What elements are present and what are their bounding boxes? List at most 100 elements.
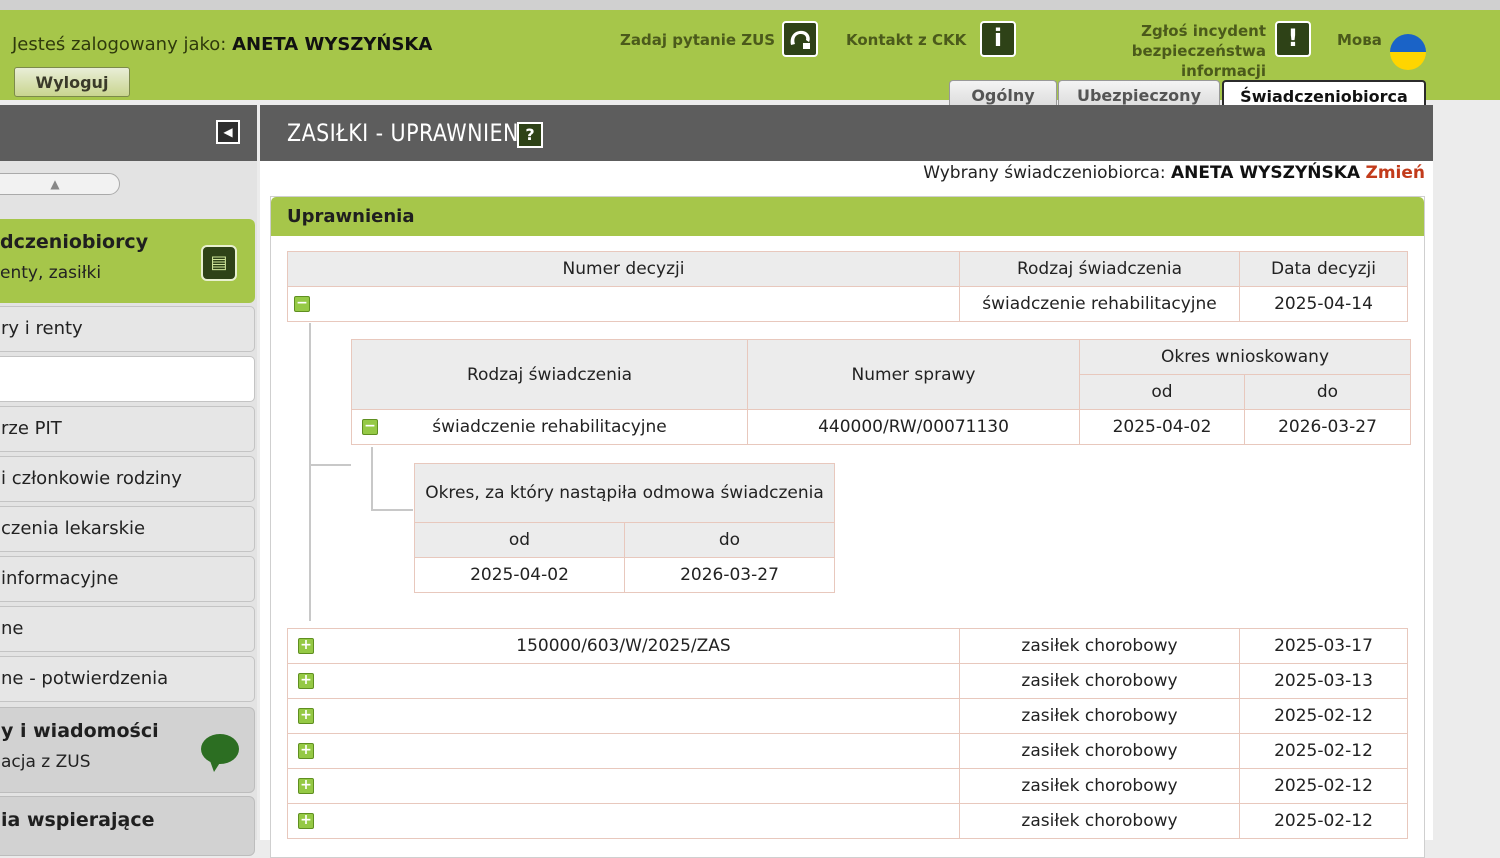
login-info: Jesteś zalogowany jako: ANETA WYSZYŃSKA: [12, 34, 432, 55]
table-header-row: Okres, za który nastąpiła odmowa świadcz…: [414, 463, 835, 523]
speech-bubble-icon: [201, 734, 239, 772]
alert-icon[interactable]: !: [1275, 21, 1311, 57]
selected-beneficiary: Wybrany świadczeniobiorca: ANETA WYSZYŃS…: [923, 163, 1425, 183]
column-header: od: [1079, 374, 1245, 410]
expand-row-icon[interactable]: +: [298, 673, 314, 689]
sidebar-item-information[interactable]: informacyjne: [0, 556, 255, 602]
refusal-to-cell: 2026-03-27: [624, 557, 835, 593]
expand-row-icon[interactable]: +: [298, 813, 314, 829]
language-label[interactable]: Мова: [1337, 31, 1382, 49]
benefit-type-cell: zasiłek chorobowy: [959, 768, 1240, 804]
table-header-row: Rodzaj świadczenia Numer sprawy Okres wn…: [351, 339, 1411, 410]
sidebar-item-confirmations[interactable]: ne - potwierdzenia: [0, 656, 255, 702]
benefit-type-cell: zasiłek chorobowy: [959, 698, 1240, 734]
contact-ckk-link[interactable]: Kontakt z CKK: [846, 31, 966, 49]
incident-line2: bezpieczeństwa informacji: [1131, 42, 1266, 80]
panel-header: Uprawnienia: [271, 197, 1424, 236]
help-icon[interactable]: ?: [517, 122, 543, 148]
decision-date-cell: 2025-03-17: [1239, 628, 1408, 664]
sidebar-item-medical-certificates[interactable]: czenia lekarskie: [0, 506, 255, 552]
decision-date-cell: 2025-04-14: [1239, 286, 1408, 322]
case-table: Rodzaj świadczenia Numer sprawy Okres wn…: [351, 339, 1411, 445]
decision-number-cell: + 150000/603/W/2025/ZAS: [287, 628, 960, 664]
table-row: + zasiłek chorobowy 2025-02-12: [287, 733, 1408, 769]
sidebar-item-pensions[interactable]: ry i renty: [0, 306, 255, 352]
column-header: Rodzaj świadczenia: [351, 339, 748, 410]
decision-date-cell: 2025-02-12: [1239, 768, 1408, 804]
case-number-cell: 440000/RW/00071130: [747, 409, 1080, 445]
panel-title: Uprawnienia: [287, 206, 415, 227]
collapse-left-icon[interactable]: ◀: [216, 120, 240, 144]
table-row: + zasiłek chorobowy 2025-02-12: [287, 768, 1408, 804]
ask-zus-link[interactable]: Zadaj pytanie ZUS: [620, 31, 775, 49]
table-row: + zasiłek chorobowy 2025-03-13: [287, 663, 1408, 699]
ukraine-flag-icon[interactable]: [1390, 34, 1426, 70]
table-header-row: od do: [414, 522, 835, 558]
main-content: ZASIŁKI - UPRAWNIENIA ? Wybrany świadcze…: [260, 105, 1433, 858]
column-header: do: [1244, 374, 1411, 410]
sidebar-item-allowances[interactable]: [0, 356, 255, 402]
case-to-cell: 2026-03-27: [1244, 409, 1411, 445]
case-benefit-type-cell: − świadczenie rehabilitacyjne: [351, 409, 748, 445]
sidebar-group-title: ia wspierające: [1, 809, 155, 831]
sidebar-item-other[interactable]: ne: [0, 606, 255, 652]
decision-number-cell: +: [287, 698, 960, 734]
report-incident-link[interactable]: Zgłoś incydent bezpieczeństwa informacji: [1042, 21, 1266, 81]
table-header-row: Numer decyzji Rodzaj świadczenia Data de…: [287, 251, 1408, 287]
logout-button[interactable]: Wyloguj: [14, 67, 130, 97]
decisions-table-rows: + 150000/603/W/2025/ZAS zasiłek chorobow…: [287, 628, 1408, 839]
column-header: Okres wnioskowany: [1079, 339, 1411, 375]
selected-prefix: Wybrany świadczeniobiorca:: [923, 163, 1166, 183]
decision-number-cell: +: [287, 803, 960, 839]
benefit-type-cell: zasiłek chorobowy: [959, 803, 1240, 839]
benefit-type-cell: zasiłek chorobowy: [959, 628, 1240, 664]
decision-date-cell: 2025-02-12: [1239, 698, 1408, 734]
page-title: ZASIŁKI - UPRAWNIENIA: [287, 119, 540, 147]
column-header: od: [414, 522, 625, 558]
decision-number-cell: +: [287, 733, 960, 769]
browser-top-strip: [0, 0, 1500, 10]
sidebar-item-family-members[interactable]: i członkowie rodziny: [0, 456, 255, 502]
sidebar-group-title: dczeniobiorcy: [0, 231, 149, 253]
refusal-table: Okres, za który nastąpiła odmowa świadcz…: [414, 463, 835, 593]
decision-number: 150000/603/W/2025/ZAS: [516, 636, 731, 656]
permissions-panel: Uprawnienia Numer decyzji Rodzaj świadcz…: [270, 196, 1425, 858]
expand-row-icon[interactable]: +: [298, 638, 314, 654]
benefit-type-cell: świadczenie rehabilitacyjne: [959, 286, 1240, 322]
case-from-cell: 2025-04-02: [1079, 409, 1245, 445]
table-row: + zasiłek chorobowy 2025-02-12: [287, 698, 1408, 734]
chat-icon[interactable]: [782, 21, 818, 57]
table-row: − świadczenie rehabilitacyjne 440000/RW/…: [351, 409, 1411, 445]
collapse-row-icon[interactable]: −: [362, 419, 378, 435]
sidebar-item-pit[interactable]: rze PIT: [0, 406, 255, 452]
collapse-row-icon[interactable]: −: [294, 296, 310, 312]
main-header: ZASIŁKI - UPRAWNIENIA ?: [260, 105, 1433, 161]
decision-date-cell: 2025-02-12: [1239, 733, 1408, 769]
incident-line1: Zgłoś incydent: [1141, 22, 1266, 40]
sidebar-group-support[interactable]: ia wspierające: [0, 796, 255, 856]
decision-date-cell: 2025-02-12: [1239, 803, 1408, 839]
tree-line: [309, 464, 351, 466]
sidebar-group-messages[interactable]: y i wiadomości acja z ZUS: [0, 707, 255, 793]
sidebar-group-benefits[interactable]: dczeniobiorcy enty, zasiłki ▤: [0, 219, 255, 303]
sidebar-group-subtitle: acja z ZUS: [1, 752, 91, 772]
decision-date-cell: 2025-03-13: [1239, 663, 1408, 699]
scroll-up-icon[interactable]: ▲: [0, 173, 120, 195]
tree-line: [371, 447, 373, 511]
logged-user-name: ANETA WYSZYŃSKA: [232, 34, 433, 55]
table-row: + 150000/603/W/2025/ZAS zasiłek chorobow…: [287, 628, 1408, 664]
table-row: 2025-04-02 2026-03-27: [414, 557, 835, 593]
expand-row-icon[interactable]: +: [298, 743, 314, 759]
case-benefit-type: świadczenie rehabilitacyjne: [432, 417, 667, 437]
sidebar-group-subtitle: enty, zasiłki: [0, 263, 102, 283]
sidebar-group-title: y i wiadomości: [1, 720, 159, 742]
info-icon[interactable]: i: [980, 21, 1016, 57]
expand-row-icon[interactable]: +: [298, 778, 314, 794]
decisions-table-top: Numer decyzji Rodzaj świadczenia Data de…: [287, 251, 1408, 322]
change-beneficiary-link[interactable]: Zmień: [1366, 163, 1426, 183]
benefit-type-cell: zasiłek chorobowy: [959, 663, 1240, 699]
expand-row-icon[interactable]: +: [298, 708, 314, 724]
selected-beneficiary-name: ANETA WYSZYŃSKA: [1171, 163, 1361, 183]
sidebar-header: ◀: [0, 105, 257, 161]
tree-line: [309, 323, 311, 621]
